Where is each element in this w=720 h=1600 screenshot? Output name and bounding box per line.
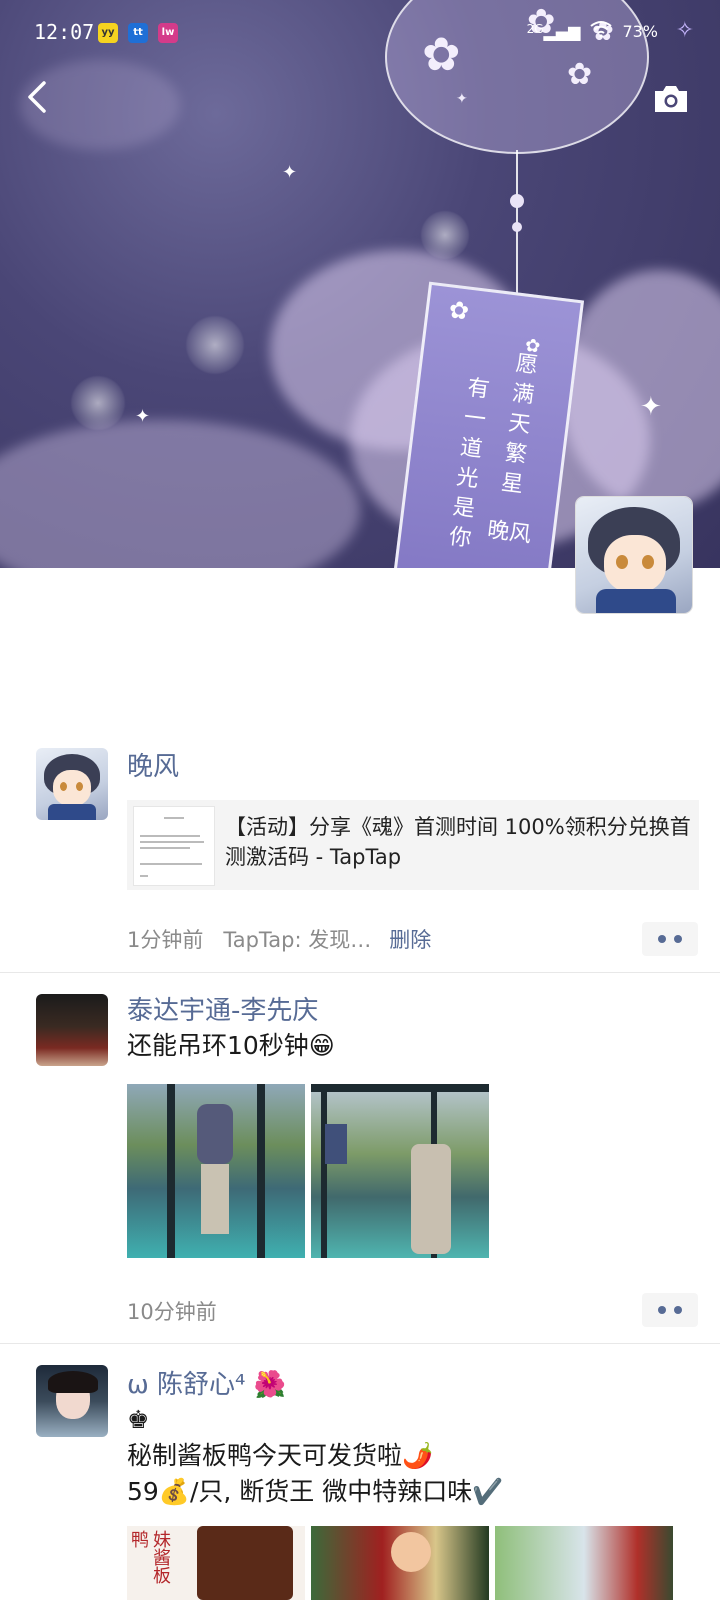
shared-link-title: 【活动】分享《魂》首测时间 100%领积分兑换首测激活码 - TapTap — [225, 815, 691, 869]
delete-link[interactable]: 删除 — [389, 928, 431, 952]
status-bar: 12:07 yy tt lw 2G▂▄▆ 73% ✧ — [0, 0, 720, 64]
network-type: 2G — [526, 21, 544, 36]
photo-caption: 妹酱板鸭 — [128, 1530, 171, 1584]
post-avatar[interactable] — [36, 994, 108, 1066]
post-time: 1分钟前 — [127, 928, 204, 952]
post-text-line-1: ♚ — [127, 1405, 150, 1434]
post-text-line-2: 秘制酱板鸭今天可发货啦🌶️ — [127, 1441, 434, 1470]
post-avatar[interactable] — [36, 1365, 108, 1437]
post-photo[interactable] — [311, 1084, 489, 1258]
more-dots-icon[interactable] — [642, 922, 698, 956]
battery-level: 73% — [622, 21, 658, 41]
camera-icon[interactable] — [652, 84, 690, 114]
yy-app-icon: yy — [98, 23, 118, 43]
post-photo[interactable] — [127, 1084, 305, 1258]
post-nickname[interactable]: ω 陈舒心⁴ 🌺 — [127, 1364, 286, 1401]
post-source[interactable]: TapTap: 发现… — [223, 928, 371, 952]
cover-image[interactable]: ✦ ✦ ✦ ✦ ✿ ✿ ✿ ✿ 愿满天繁星 有一道光是你 晚风 ✿ ✿ — [0, 0, 720, 568]
status-time: 12:07 — [34, 20, 95, 44]
back-arrow-icon[interactable] — [26, 80, 60, 114]
post-photo[interactable] — [495, 1526, 673, 1600]
more-dots-icon[interactable] — [642, 1293, 698, 1327]
signal-icon: 2G▂▄▆ — [526, 21, 581, 41]
post-nickname[interactable]: 泰达宇通-李先庆 — [127, 990, 318, 1027]
tag-line-1: 愿满天繁星 — [495, 350, 539, 503]
profile-avatar[interactable] — [576, 497, 692, 613]
tag-line-2: 有一道光是你 — [443, 374, 490, 557]
shared-link-thumbnail — [133, 806, 215, 886]
post-avatar[interactable] — [36, 748, 108, 820]
post-meta: 1分钟前 TapTap: 发现… 删除 — [127, 924, 431, 954]
tt-app-icon: tt — [128, 23, 148, 43]
post-photo[interactable] — [311, 1526, 489, 1600]
post-time: 10分钟前 — [127, 1300, 217, 1324]
sparkle-icon: ✧ — [675, 18, 694, 43]
post-photo[interactable]: 妹酱板鸭 — [127, 1526, 305, 1600]
post-text-line-3: 59💰/只, 断货王 微中特辣口味✔️ — [127, 1477, 504, 1506]
post-text: 还能吊环10秒钟😁 — [127, 1031, 335, 1060]
shared-link-card[interactable]: 【活动】分享《魂》首测时间 100%领积分兑换首测激活码 - TapTap — [127, 800, 699, 890]
lw-app-icon: lw — [158, 23, 178, 43]
divider — [0, 972, 720, 973]
post-meta: 10分钟前 — [127, 1296, 217, 1326]
wifi-icon — [590, 20, 613, 42]
post-nickname[interactable]: 晚风 — [127, 746, 179, 783]
divider — [0, 1343, 720, 1344]
tag-signature: 晚风 — [485, 517, 533, 548]
